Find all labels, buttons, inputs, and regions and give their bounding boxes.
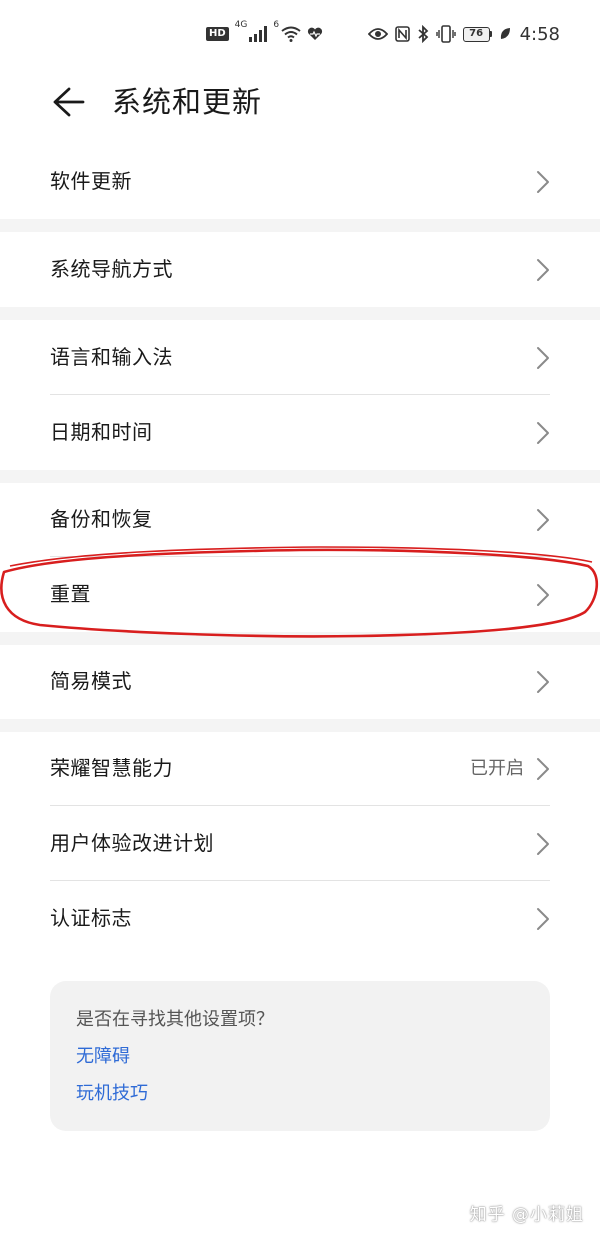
link-tips[interactable]: 玩机技巧	[76, 1082, 148, 1106]
settings-item-label: 认证标志	[50, 906, 132, 930]
settings-item-user-experience-program[interactable]: 用户体验改进计划	[0, 806, 600, 881]
settings-item-certification-logos[interactable]: 认证标志	[0, 881, 600, 956]
hd-badge: HD	[206, 27, 229, 41]
search-suggestions-card: 是否在寻找其他设置项？ 无障碍 玩机技巧	[50, 981, 550, 1131]
chevron-right-icon	[537, 671, 549, 693]
status-right: 76 4:58	[367, 22, 560, 46]
chevron-right-icon	[537, 347, 549, 369]
settings-item-date-time[interactable]: 日期和时间	[0, 395, 600, 470]
app-header: 系统和更新	[0, 70, 600, 132]
status-bar: HD 4G 6 76 4:58	[0, 0, 600, 70]
chevron-right-icon	[537, 422, 549, 444]
battery-icon: 76	[462, 26, 492, 42]
settings-item-label: 日期和时间	[50, 420, 153, 444]
chevron-right-icon	[537, 259, 549, 281]
settings-item-simple-mode[interactable]: 简易模式	[0, 644, 600, 719]
vibrate-icon	[435, 25, 456, 43]
settings-item-label: 软件更新	[50, 169, 132, 193]
settings-item-label: 简易模式	[50, 669, 132, 693]
chevron-right-icon	[537, 908, 549, 930]
settings-group-update: 软件更新	[0, 144, 600, 219]
group-separator	[0, 307, 600, 320]
settings-group-language-time: 语言和输入法 日期和时间	[0, 320, 600, 470]
settings-item-label: 用户体验改进计划	[50, 831, 214, 855]
settings-item-system-navigation[interactable]: 系统导航方式	[0, 232, 600, 307]
help-card-title: 是否在寻找其他设置项？	[76, 1009, 274, 1030]
leaf-power-saving-icon	[499, 27, 511, 41]
nfc-icon	[394, 26, 410, 42]
settings-item-status: 已开启	[470, 758, 524, 779]
link-accessibility[interactable]: 无障碍	[76, 1045, 130, 1069]
settings-group-backup-reset: 备份和恢复 重置	[0, 482, 600, 632]
settings-group-navigation: 系统导航方式	[0, 232, 600, 307]
settings-item-label: 备份和恢复	[50, 507, 153, 531]
status-left: HD 4G 6	[206, 20, 323, 46]
chevron-right-icon	[537, 584, 549, 606]
settings-item-honor-intelligence[interactable]: 荣耀智慧能力 已开启	[0, 731, 600, 806]
chevron-right-icon	[537, 509, 549, 531]
settings-item-label: 荣耀智慧能力	[50, 756, 173, 780]
status-time: 4:58	[519, 23, 560, 45]
group-separator	[0, 219, 600, 232]
wifi-standard-label: 6	[273, 20, 280, 30]
settings-item-label: 语言和输入法	[50, 345, 173, 369]
back-button[interactable]	[46, 80, 90, 124]
back-arrow-icon	[53, 87, 85, 117]
settings-item-label: 重置	[50, 582, 91, 606]
settings-item-backup-restore[interactable]: 备份和恢复	[0, 482, 600, 557]
chevron-right-icon	[537, 833, 549, 855]
settings-group-simple-mode: 简易模式	[0, 644, 600, 719]
eye-comfort-icon	[367, 27, 388, 41]
bluetooth-icon	[417, 25, 429, 43]
network-type-label: 4G	[234, 20, 248, 30]
health-heart-icon	[307, 27, 323, 41]
settings-group-honor-features: 荣耀智慧能力 已开启 用户体验改进计划 认证标志	[0, 731, 600, 956]
page-title: 系统和更新	[112, 85, 263, 119]
watermark: 知乎 @小莉姐	[469, 1205, 584, 1225]
signal-icon	[249, 26, 268, 42]
wifi-icon	[281, 26, 301, 42]
settings-item-reset[interactable]: 重置	[0, 557, 600, 632]
chevron-right-icon	[537, 758, 549, 780]
settings-item-language-input[interactable]: 语言和输入法	[0, 320, 600, 395]
chevron-right-icon	[537, 171, 549, 193]
settings-item-software-update[interactable]: 软件更新	[0, 144, 600, 219]
battery-level: 76	[462, 26, 490, 42]
settings-item-label: 系统导航方式	[50, 257, 173, 281]
